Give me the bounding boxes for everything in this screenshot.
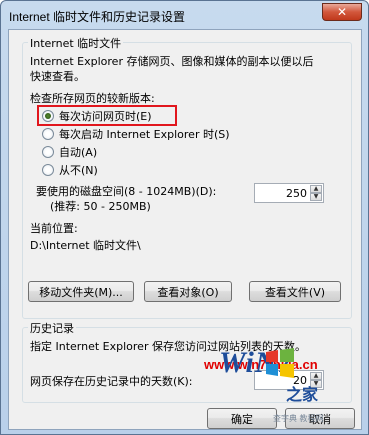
windows-logo-icon [266,348,294,378]
radio-label-never: 从不(N) [59,164,98,177]
radio-label-automatic: 自动(A) [59,146,98,159]
close-icon: ✕ [336,5,348,19]
disk-space-label: 要使用的磁盘空间(8 - 1024MB)(D): [36,185,217,198]
stepper-up-icon[interactable]: ▲ [310,185,322,193]
view-files-button[interactable]: 查看文件(V) [249,281,341,302]
temp-files-description-line2: 快速查看。 [30,70,85,83]
stepper-down-icon[interactable]: ▼ [310,193,322,201]
dialog-body: Internet 临时文件 Internet Explorer 存储网页、图像和… [8,29,362,430]
radio-never[interactable]: 从不(N) [42,162,98,178]
radio-label-every-start: 每次启动 Internet Explorer 时(S) [59,128,230,141]
view-objects-button[interactable]: 查看对象(O) [144,281,232,302]
ok-button[interactable]: 确定 [207,408,277,429]
disk-space-value: 250 [286,186,307,200]
stepper-up-icon[interactable]: ▲ [310,372,322,380]
settings-dialog: Internet 临时文件和历史记录设置 ✕ Internet 临时文件 Int… [0,0,369,435]
radio-every-start[interactable]: 每次启动 Internet Explorer 时(S) [42,126,230,142]
history-days-label: 网页保存在历史记录中的天数(K): [30,375,193,388]
history-group-label: 历史记录 [28,320,76,336]
location-label: 当前位置: [30,222,78,235]
radio-button-checked[interactable] [42,110,54,122]
check-newer-label: 检查所存网页的较新版本: [30,92,155,105]
title-bar: Internet 临时文件和历史记录设置 ✕ [1,1,368,29]
radio-button[interactable] [42,146,54,158]
radio-automatic[interactable]: 自动(A) [42,144,97,160]
watermark-logo-sub: 之家 [286,385,319,404]
radio-label-every-visit: 每次访问网页时(E) [59,110,152,123]
window-title: Internet 临时文件和历史记录设置 [9,10,186,24]
radio-button[interactable] [42,164,54,176]
temp-files-description-line1: Internet Explorer 存储网页、图像和媒体的副本以便以后 [30,55,314,68]
stepper-arrows[interactable]: ▲ ▼ [310,185,322,201]
radio-every-visit[interactable]: 每次访问网页时(E) [42,108,152,124]
close-button[interactable]: ✕ [322,3,362,21]
move-folder-button[interactable]: 移动文件夹(M)... [28,281,134,302]
watermark-footer-url: 查字典 教程网 [273,414,324,423]
location-path: D:\Internet 临时文件\ [30,239,141,252]
disk-space-recommended: (推荐: 50 - 250MB) [50,200,151,213]
temp-files-group-label: Internet 临时文件 [28,35,124,51]
disk-space-stepper[interactable]: 250 ▲ ▼ [254,183,324,203]
radio-button[interactable] [42,128,54,140]
